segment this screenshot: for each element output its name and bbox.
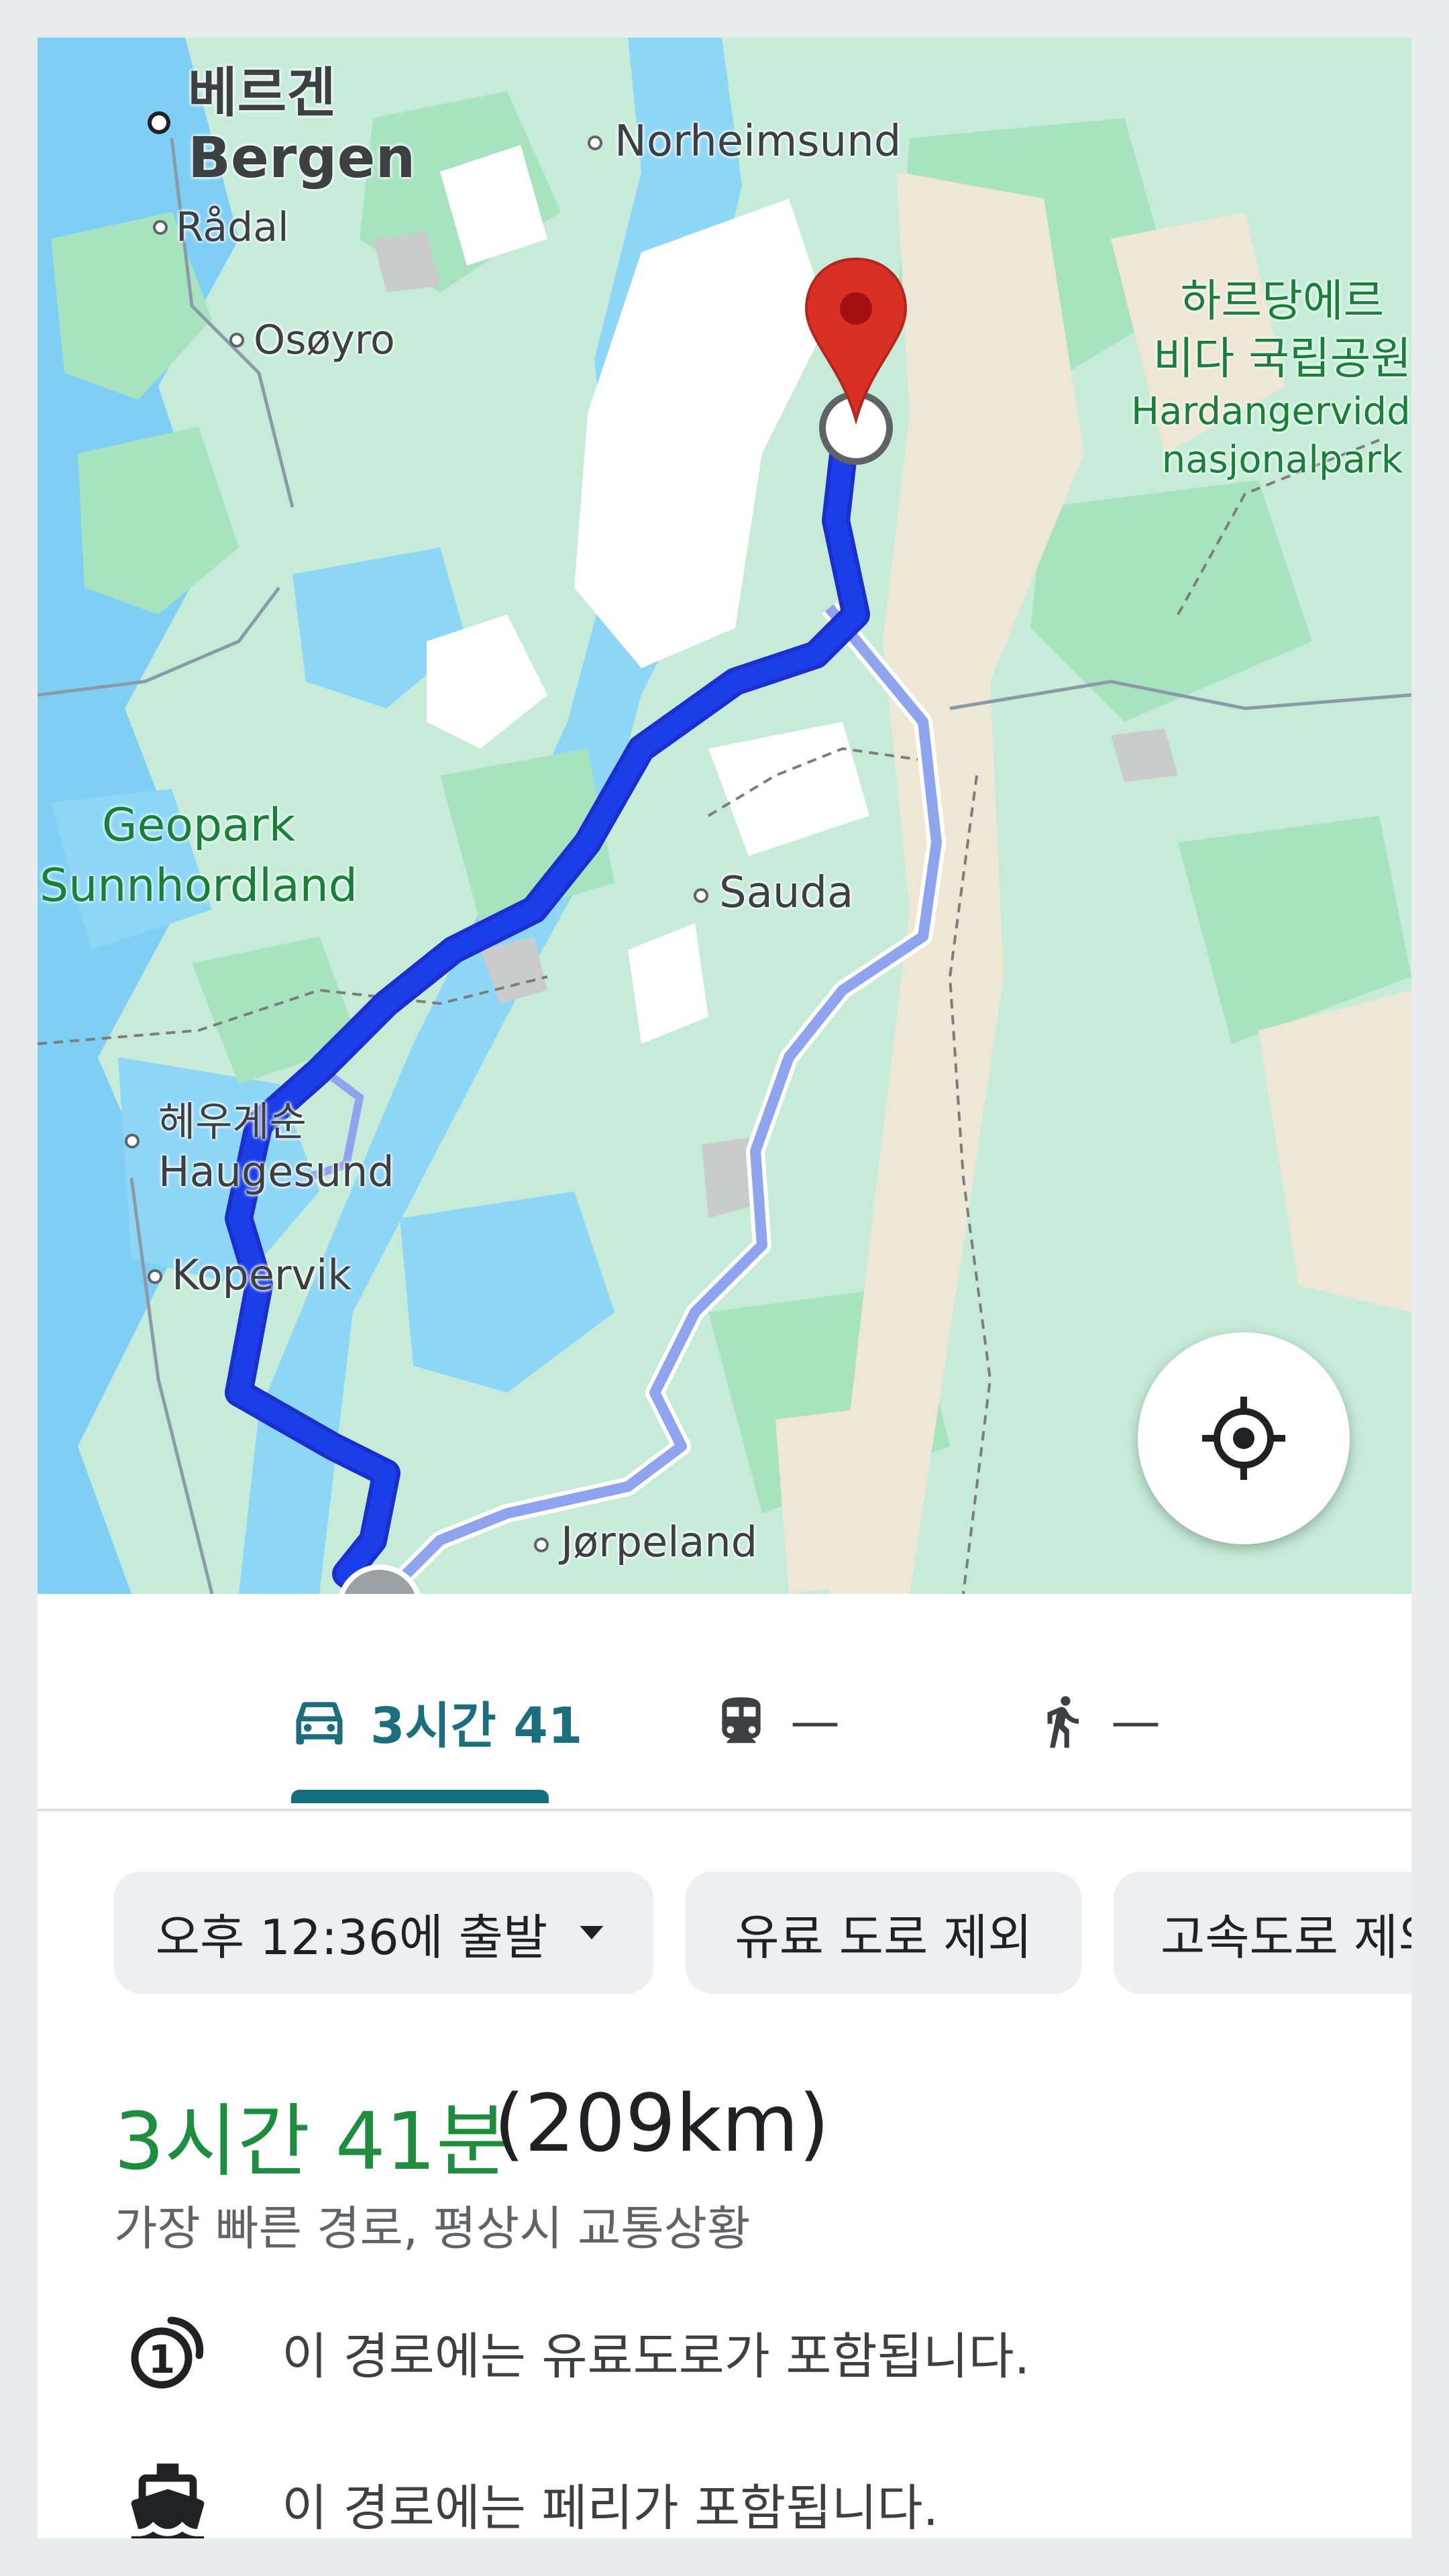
haugesund-marker xyxy=(125,1134,140,1148)
avoid-tolls-chip[interactable]: 유료 도로 제외 xyxy=(686,1872,1081,1994)
kopervik-marker xyxy=(148,1269,162,1284)
tab-transit[interactable]: — xyxy=(712,1634,840,1809)
place-label-jorpeland: Jørpeland xyxy=(561,1517,758,1566)
place-label-norheimsund: Norheimsund xyxy=(614,117,902,166)
radal-marker xyxy=(153,220,168,235)
toll-note: 1 이 경로에는 유료도로가 포함됩니다. xyxy=(114,2298,1030,2406)
destination-pin-icon[interactable] xyxy=(802,252,910,467)
walking-icon xyxy=(1047,1696,1079,1748)
tab-walking[interactable]: — xyxy=(1033,1634,1161,1809)
place-label-kopervik: Kopervik xyxy=(172,1250,352,1299)
place-label-haugesund-ko: 헤우게순 xyxy=(158,1099,307,1146)
park-label: 하르당에르 비다 국립공원 Hardangervidda nasjonalpar… xyxy=(1131,275,1411,482)
my-location-icon xyxy=(1202,1397,1285,1480)
avoid-highways-chip[interactable]: 고속도로 제외 xyxy=(1114,1872,1411,1994)
tab-walking-label: — xyxy=(1111,1693,1161,1750)
ferry-note: 이 경로에는 페리가 포함됩니다. xyxy=(114,2450,938,2538)
osoyro-marker xyxy=(229,333,244,347)
place-label-osoyro: Osøyro xyxy=(254,317,395,364)
place-label-sauda: Sauda xyxy=(719,868,854,918)
dropdown-arrow-icon xyxy=(580,1926,604,1939)
screen: 베르겐 Bergen Rådal Osøyro Norheimsund Saud… xyxy=(38,38,1411,2538)
route-description: 가장 빠른 경로, 평상시 교통상황 xyxy=(114,2201,751,2256)
ferry-icon xyxy=(114,2450,221,2538)
place-label-haugesund: Haugesund xyxy=(158,1147,394,1196)
route-distance: (209km) xyxy=(494,2077,830,2169)
place-label-bergen: Bergen xyxy=(188,125,416,191)
tab-transit-label: — xyxy=(790,1693,840,1750)
place-label-radal: Rådal xyxy=(176,204,289,251)
train-icon xyxy=(722,1697,761,1743)
place-label-bergen-ko: 베르겐 xyxy=(188,62,336,124)
route-duration: 3시간 41분 xyxy=(114,2095,509,2188)
toll-icon: 1 xyxy=(114,2298,221,2406)
ferry-note-text: 이 경로에는 페리가 포함됩니다. xyxy=(282,2479,939,2537)
active-tab-indicator xyxy=(291,1790,549,1803)
my-location-button[interactable] xyxy=(1138,1332,1350,1544)
avoid-highways-label: 고속도로 제외 xyxy=(1161,1909,1411,1966)
depart-time-label: 오후 12:36에 출발 xyxy=(155,1909,548,1966)
tab-driving[interactable]: 3시간 41 xyxy=(288,1634,582,1809)
toll-note-text: 이 경로에는 유료도로가 포함됩니다. xyxy=(282,2327,1030,2385)
jorpeland-marker xyxy=(534,1538,549,1552)
map-view[interactable]: 베르겐 Bergen Rådal Osøyro Norheimsund Saud… xyxy=(38,38,1411,1594)
sauda-marker xyxy=(694,888,708,903)
geopark-label: Geopark Sunnhordland xyxy=(40,799,358,912)
car-icon xyxy=(296,1702,343,1745)
norheimsund-marker xyxy=(588,136,602,150)
tab-driving-label: 3시간 41 xyxy=(370,1697,583,1755)
depart-time-chip[interactable]: 오후 12:36에 출발 xyxy=(114,1872,653,1994)
bergen-marker xyxy=(148,111,170,134)
travel-mode-tabs: 3시간 41 — — xyxy=(38,1634,1411,1811)
svg-text:1: 1 xyxy=(148,2337,175,2382)
avoid-tolls-label: 유료 도로 제외 xyxy=(735,1909,1032,1966)
